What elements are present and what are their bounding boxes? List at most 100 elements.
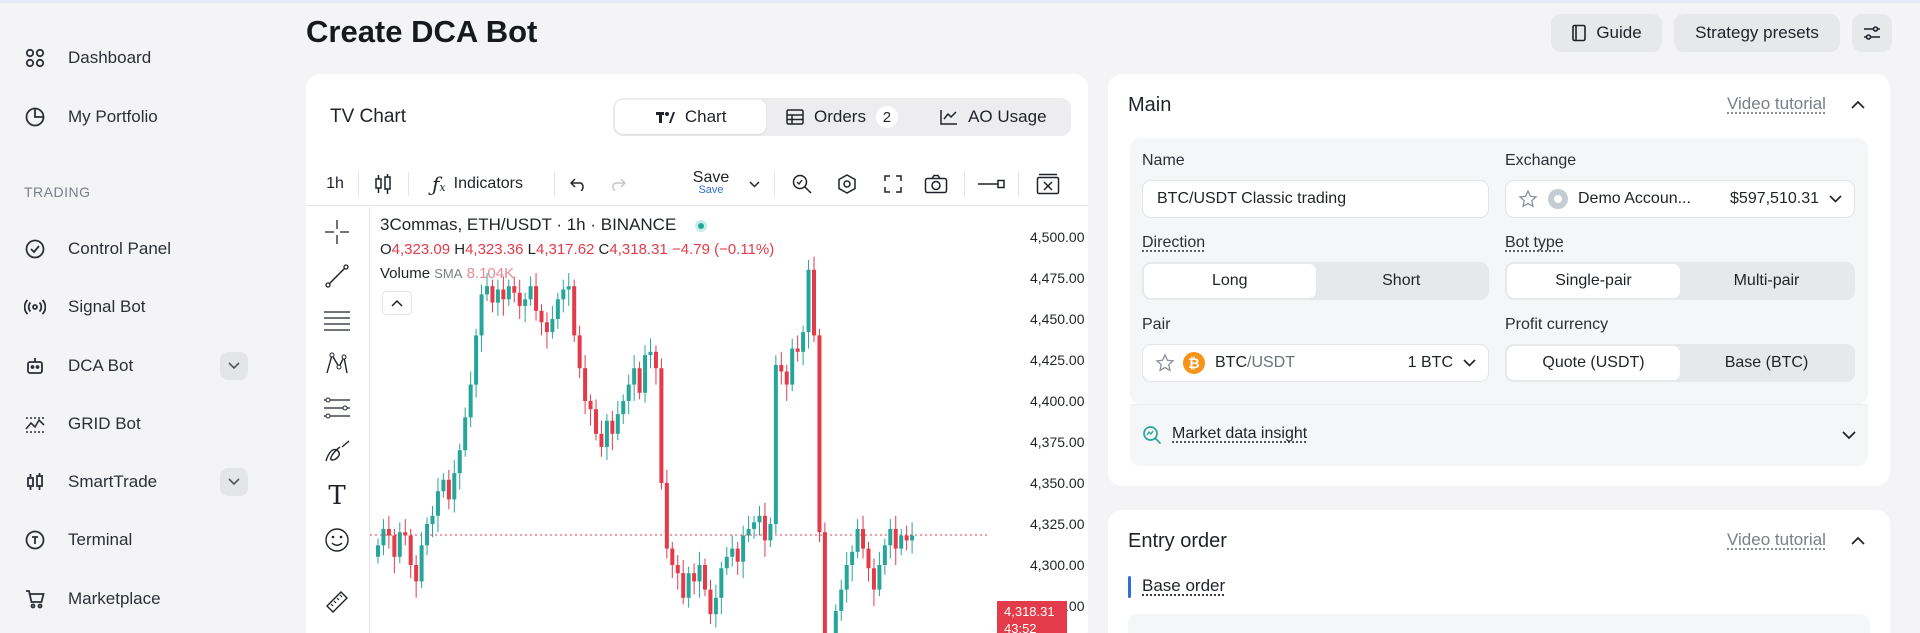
candle-body xyxy=(899,535,904,549)
strategy-presets-button[interactable]: Strategy presets xyxy=(1674,14,1840,52)
guide-label: Guide xyxy=(1596,23,1642,42)
emoji-icon[interactable] xyxy=(320,523,354,557)
candle-body xyxy=(746,528,751,536)
forecast-icon[interactable] xyxy=(320,391,354,425)
price-axis-label: 4,500.00 xyxy=(1030,229,1085,245)
robot-icon xyxy=(24,355,46,377)
pair-select[interactable]: ₿ BTC/USDT 1 BTC xyxy=(1142,344,1489,382)
tab-orders[interactable]: Orders 2 xyxy=(766,100,917,134)
camera-icon[interactable] xyxy=(919,162,953,206)
collapse-chevron-icon[interactable] xyxy=(1851,532,1865,550)
price-axis-label: 4,325.00 xyxy=(1030,516,1085,532)
drawing-lock-icon[interactable] xyxy=(974,162,1008,206)
name-label: Name xyxy=(1142,152,1185,169)
quick-search-icon[interactable] xyxy=(785,162,819,206)
candle-body xyxy=(479,294,484,336)
save-menu-chevron-icon[interactable] xyxy=(744,162,764,206)
candle-body xyxy=(806,269,811,333)
chart-card-title: TV Chart xyxy=(330,106,407,127)
sidebar-item-label: Marketplace xyxy=(68,589,161,608)
candle-body xyxy=(708,589,713,615)
interval-selector[interactable]: 1h xyxy=(318,162,352,206)
sidebar-item-my-portfolio[interactable]: My Portfolio xyxy=(24,97,250,137)
bot-type-multi-option[interactable]: Multi-pair xyxy=(1680,264,1853,298)
chevron-down-icon[interactable] xyxy=(220,468,248,496)
save-button[interactable]: Save Save xyxy=(686,162,736,206)
market-data-insight[interactable]: Market data insight xyxy=(1130,404,1868,466)
candle-body xyxy=(741,535,746,562)
check-circle-icon xyxy=(24,238,46,260)
candle-body xyxy=(610,420,615,434)
direction-long-option[interactable]: Long xyxy=(1144,264,1316,298)
filter-settings-button[interactable] xyxy=(1852,14,1892,52)
sidebar-item-label: GRID Bot xyxy=(68,414,141,433)
candle-type-icon[interactable] xyxy=(366,162,400,206)
collapse-legend-button[interactable] xyxy=(382,291,412,315)
candle-body xyxy=(506,286,511,300)
candle-body xyxy=(566,286,571,290)
star-icon[interactable] xyxy=(1155,353,1175,373)
save-label: Save xyxy=(692,169,730,186)
sidebar-item-smarttrade[interactable]: SmartTrade xyxy=(24,462,250,502)
candle-body xyxy=(381,528,386,546)
candle-body xyxy=(850,551,855,565)
tab-ao-usage[interactable]: AO Usage xyxy=(918,100,1069,134)
price-axis-label: 4,475.00 xyxy=(1030,270,1085,286)
chevron-down-icon[interactable] xyxy=(220,352,248,380)
brush-icon[interactable] xyxy=(320,435,354,469)
sidebar-item-grid-bot[interactable]: GRID Bot xyxy=(24,404,250,444)
price-axis-label: 4,400.00 xyxy=(1030,393,1085,409)
expand-chevron-icon[interactable] xyxy=(1842,431,1856,440)
sidebar-item-terminal[interactable]: Terminal xyxy=(24,520,250,560)
sidebar-item-label: Terminal xyxy=(68,530,133,549)
fib-retracement-icon[interactable] xyxy=(320,303,354,337)
text-tool-icon[interactable]: T xyxy=(320,479,354,513)
pattern-icon[interactable] xyxy=(320,347,354,381)
exchange-select[interactable]: Demo Accoun... $597,510.31 xyxy=(1505,180,1855,218)
profit-base-option[interactable]: Base (BTC) xyxy=(1680,346,1853,380)
candle-body xyxy=(632,368,637,385)
sidebar: Dashboard My Portfolio TRADING Control P… xyxy=(0,0,270,633)
sidebar-item-dashboard[interactable]: Dashboard xyxy=(24,38,250,78)
low-label: L xyxy=(527,241,536,258)
star-icon[interactable] xyxy=(1518,189,1538,209)
trend-line-icon[interactable] xyxy=(320,259,354,293)
candle-body xyxy=(376,545,380,557)
tab-chart[interactable]: Chart xyxy=(615,100,767,134)
redo-icon[interactable] xyxy=(602,162,632,206)
bot-type-label: Bot type xyxy=(1505,234,1564,251)
collapse-chevron-icon[interactable] xyxy=(1851,96,1865,114)
close-panel-icon[interactable] xyxy=(1031,162,1065,206)
strategy-presets-label: Strategy presets xyxy=(1695,23,1819,42)
sidebar-item-signal-bot[interactable]: Signal Bot xyxy=(24,287,250,327)
candle-body xyxy=(801,332,806,352)
sidebar-item-marketplace[interactable]: Marketplace xyxy=(24,579,250,619)
candle-body xyxy=(637,368,642,393)
bot-type-toggle: Single-pair Multi-pair xyxy=(1505,262,1855,300)
chart-settings-icon[interactable] xyxy=(830,162,864,206)
candle-body xyxy=(485,286,489,295)
bot-name-input[interactable]: BTC/USDT Classic trading xyxy=(1142,180,1489,218)
candle-body xyxy=(517,292,522,306)
tab-label: Chart xyxy=(684,107,727,126)
sidebar-item-control-panel[interactable]: Control Panel xyxy=(24,229,250,269)
sidebar-item-dca-bot[interactable]: DCA Bot xyxy=(24,346,250,386)
candle-body xyxy=(724,556,729,569)
video-tutorial-link[interactable]: Video tutorial xyxy=(1727,94,1826,114)
candle-body xyxy=(768,524,773,541)
candle-body xyxy=(735,548,740,562)
crosshair-icon[interactable] xyxy=(320,215,354,249)
direction-short-option[interactable]: Short xyxy=(1316,264,1488,298)
ruler-icon[interactable] xyxy=(320,585,354,619)
fullscreen-icon[interactable] xyxy=(876,162,910,206)
candle-body xyxy=(670,548,675,565)
pair-amount: 1 BTC xyxy=(1407,354,1453,371)
profit-quote-option[interactable]: Quote (USDT) xyxy=(1507,346,1680,380)
price-chart[interactable]: 3Commas, ETH/USDT · 1h · BINANCE O4,323.… xyxy=(370,207,1088,633)
indicators-button[interactable]: ƒx Indicators xyxy=(432,162,542,206)
bot-type-single-option[interactable]: Single-pair xyxy=(1507,264,1680,298)
grid-chart-icon xyxy=(24,413,46,435)
guide-button[interactable]: Guide xyxy=(1551,14,1662,52)
undo-icon[interactable] xyxy=(564,162,594,206)
video-tutorial-link[interactable]: Video tutorial xyxy=(1727,530,1826,550)
